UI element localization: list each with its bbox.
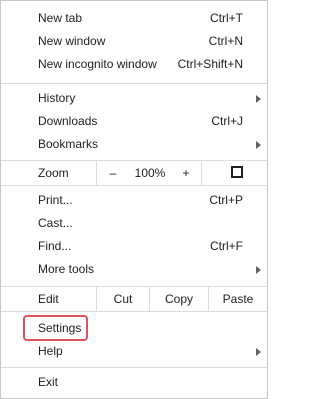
copy-button[interactable]: Copy — [150, 287, 208, 311]
zoom-out-button[interactable]: – — [97, 161, 129, 185]
submenu-arrow-icon — [256, 348, 261, 356]
menu-item-more-tools[interactable]: More tools — [1, 258, 267, 281]
settings-highlight-box — [23, 315, 88, 341]
menu-separator — [1, 311, 267, 312]
menu-item-label: History — [38, 91, 76, 105]
menu-item-new-tab[interactable]: New tab Ctrl+T — [1, 7, 267, 30]
menu-item-label: Bookmarks — [38, 137, 99, 151]
menu-item-new-incognito-window[interactable]: New incognito window Ctrl+Shift+N — [1, 53, 267, 76]
menu-separator — [1, 367, 267, 368]
submenu-arrow-icon — [256, 141, 261, 149]
zoom-level: 100% — [134, 166, 166, 180]
menu-item-history[interactable]: History — [1, 87, 267, 110]
menu-item-label: Help — [38, 344, 63, 358]
edit-label: Edit — [38, 292, 59, 306]
zoom-in-button[interactable]: + — [171, 161, 201, 185]
cut-button[interactable]: Cut — [97, 287, 149, 311]
menu-item-new-window[interactable]: New window Ctrl+N — [1, 30, 267, 53]
menu-item-help[interactable]: Help — [1, 340, 267, 363]
menu-item-shortcut: Ctrl+Shift+N — [177, 57, 243, 71]
zoom-label: Zoom — [38, 166, 69, 180]
chrome-main-menu: New tab Ctrl+T New window Ctrl+N New inc… — [0, 0, 268, 399]
menu-item-label: Find... — [38, 239, 72, 253]
menu-item-shortcut: Ctrl+J — [211, 114, 243, 128]
menu-item-label: Print... — [38, 193, 73, 207]
menu-item-label: New window — [38, 34, 106, 48]
menu-item-shortcut: Ctrl+F — [210, 239, 243, 253]
menu-item-downloads[interactable]: Downloads Ctrl+J — [1, 110, 267, 133]
menu-item-print[interactable]: Print... Ctrl+P — [1, 189, 267, 212]
menu-item-shortcut: Ctrl+N — [208, 34, 243, 48]
menu-separator — [1, 83, 267, 84]
menu-item-find[interactable]: Find... Ctrl+F — [1, 235, 267, 258]
edit-row: Edit Cut Copy Paste — [1, 287, 267, 311]
menu-item-bookmarks[interactable]: Bookmarks — [1, 133, 267, 156]
menu-item-cast[interactable]: Cast... — [1, 212, 267, 235]
submenu-arrow-icon — [256, 95, 261, 103]
paste-button[interactable]: Paste — [209, 287, 267, 311]
submenu-arrow-icon — [256, 266, 261, 274]
fullscreen-icon[interactable] — [231, 166, 243, 178]
menu-item-label: Downloads — [38, 114, 98, 128]
zoom-divider — [201, 161, 202, 185]
menu-item-label: New incognito window — [38, 57, 157, 71]
menu-separator — [1, 185, 267, 186]
menu-item-label: New tab — [38, 11, 83, 25]
menu-item-label: More tools — [38, 262, 95, 276]
menu-item-label: Cast... — [38, 216, 73, 230]
menu-item-shortcut: Ctrl+P — [209, 193, 243, 207]
menu-item-exit[interactable]: Exit — [1, 371, 267, 394]
menu-item-shortcut: Ctrl+T — [210, 11, 243, 25]
menu-item-label: Exit — [38, 375, 59, 389]
zoom-row: Zoom – 100% + — [1, 161, 267, 185]
